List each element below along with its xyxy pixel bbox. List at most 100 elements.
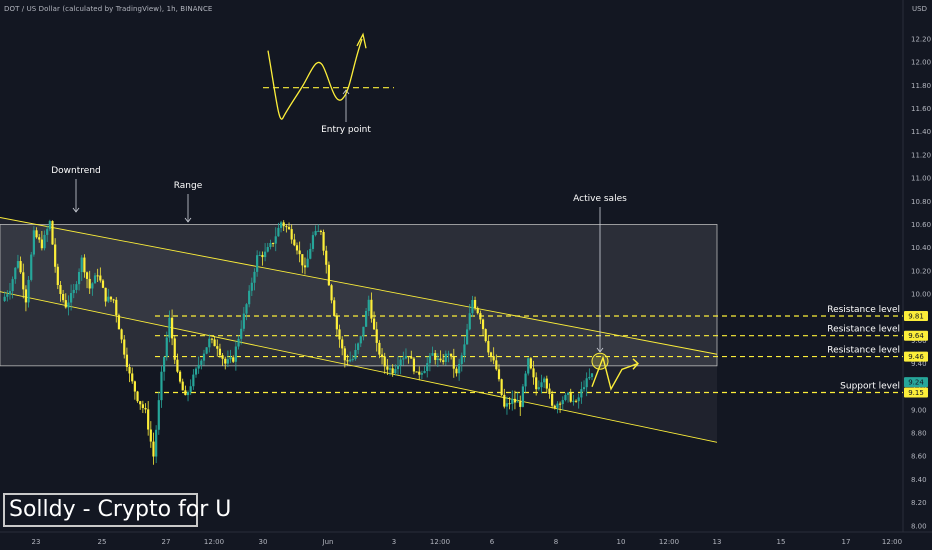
candle-body <box>173 338 176 360</box>
candle-body <box>322 232 325 251</box>
candle-body <box>481 319 485 330</box>
candle-body <box>553 405 556 408</box>
candle-body <box>545 378 548 389</box>
candle-body <box>141 404 144 408</box>
candle-body <box>354 349 357 359</box>
candle-body <box>349 359 352 362</box>
candle-body <box>27 279 30 303</box>
candle-body <box>383 356 386 367</box>
candle-body <box>532 368 535 378</box>
y-tick-label: 10.60 <box>911 221 931 229</box>
x-tick-label: 17 <box>842 538 851 546</box>
y-tick-label: 11.00 <box>911 175 931 183</box>
candle-body <box>330 285 333 301</box>
candle-body <box>301 254 304 266</box>
candle-body <box>186 392 190 396</box>
candle-body <box>165 337 168 357</box>
candle-body <box>508 403 511 405</box>
y-tick-label: 10.20 <box>911 267 931 275</box>
y-tick-label: 10.40 <box>911 244 931 252</box>
candle-body <box>295 245 299 251</box>
candle-body <box>136 391 139 402</box>
annotation-label: Active sales <box>573 194 627 204</box>
candle-body <box>511 398 514 404</box>
candle-body <box>309 248 312 259</box>
candle-body <box>529 358 532 369</box>
candle-body <box>218 348 222 356</box>
y-tick-label: 8.60 <box>911 453 927 461</box>
candle-body <box>128 366 131 374</box>
candle-body <box>245 304 248 314</box>
candle-body <box>96 275 99 277</box>
candle-body <box>38 237 41 240</box>
candle-body <box>279 222 283 228</box>
candle-body <box>293 239 296 246</box>
candle-body <box>410 356 413 359</box>
y-tick-label: 8.00 <box>911 522 927 530</box>
candle-body <box>149 429 152 442</box>
candle-body <box>484 329 487 342</box>
candle-body <box>170 317 174 339</box>
candle-body <box>317 230 320 232</box>
chart-stage: DOT / US Dollar (calculated by TradingVi… <box>0 0 932 550</box>
candle-body <box>8 291 12 295</box>
candle-body <box>351 358 354 360</box>
candle-body <box>210 338 214 340</box>
candle-body <box>14 267 17 280</box>
candle-body <box>341 339 344 349</box>
price-tag: 9.15 <box>908 389 924 397</box>
candle-body <box>139 401 142 405</box>
candle-body <box>343 348 346 361</box>
candle-body <box>264 251 267 258</box>
candle-body <box>144 407 147 410</box>
candle-body <box>202 353 206 361</box>
price-chart[interactable]: 12.20 12.00 11.80 11.60 11.40 11.20 11.00 10.80… <box>0 0 932 550</box>
candle-body <box>91 283 94 289</box>
candle-body <box>476 308 479 314</box>
x-tick-label: 27 <box>162 538 171 546</box>
candle-body <box>120 329 123 340</box>
candle-body <box>585 378 588 388</box>
candle-body <box>319 230 323 233</box>
candle-body <box>415 371 418 373</box>
candle-body <box>234 346 237 362</box>
candle-body <box>434 353 437 360</box>
candle-body <box>380 354 384 357</box>
candle-body <box>396 365 400 370</box>
candle-body <box>442 360 445 362</box>
candle-body <box>155 429 158 457</box>
candle-body <box>109 296 113 300</box>
candle-body <box>163 356 166 372</box>
candle-body <box>314 230 317 236</box>
candle-body <box>428 355 431 364</box>
x-tick-label: 23 <box>32 538 41 546</box>
candle-body <box>75 284 78 290</box>
brand-watermark: Solldy - Crypto for U <box>3 493 231 527</box>
candle-body <box>500 379 503 395</box>
y-tick-label: 10.00 <box>911 290 931 298</box>
candle-body <box>503 394 506 407</box>
candle-body <box>458 364 461 374</box>
candle-body <box>362 326 365 337</box>
candle-body <box>178 371 182 382</box>
candle-body <box>463 344 466 356</box>
candle-body <box>253 271 256 283</box>
candle-body <box>48 221 51 230</box>
candle-body <box>537 387 540 390</box>
candle-body <box>62 294 65 301</box>
candle-body <box>325 250 328 265</box>
candle-body <box>72 289 75 294</box>
y-tick-label: 12.00 <box>911 59 931 67</box>
candle-body <box>160 371 163 401</box>
candle-body <box>152 441 155 457</box>
candle-body <box>32 230 35 255</box>
y-tick-label: 11.20 <box>911 151 931 159</box>
candle-body <box>346 360 349 362</box>
candle-body <box>250 282 253 291</box>
candle-body <box>423 370 426 374</box>
candle-body <box>412 358 416 372</box>
candle-body <box>266 247 269 252</box>
candle-body <box>436 358 439 360</box>
candle-body <box>176 359 179 372</box>
candle-body <box>85 272 89 279</box>
